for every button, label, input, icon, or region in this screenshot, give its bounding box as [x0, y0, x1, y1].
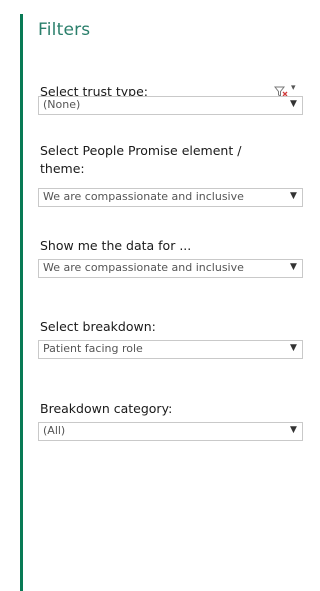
people-promise-value: We are compassionate and inclusive [43, 190, 244, 203]
breakdown-category-label: Breakdown category: [40, 401, 173, 416]
people-promise-label: Select People Promise element / theme: [40, 143, 242, 176]
trust-type-select[interactable]: (None) ▼ [38, 96, 303, 115]
chevron-down-icon: ▼ [290, 343, 297, 353]
trust-type-value: (None) [43, 98, 81, 111]
show-data-value: We are compassionate and inclusive [43, 261, 244, 274]
breakdown-category-value: (All) [43, 424, 66, 437]
show-data-label: Show me the data for ... [40, 238, 192, 253]
breakdown-label: Select breakdown: [40, 319, 156, 334]
breakdown-select[interactable]: Patient facing role ▼ [38, 340, 303, 359]
chevron-down-icon: ▼ [290, 425, 297, 435]
show-data-select[interactable]: We are compassionate and inclusive ▼ [38, 259, 303, 278]
accent-bar [20, 14, 23, 591]
breakdown-value: Patient facing role [43, 342, 143, 355]
chevron-down-icon: ▼ [290, 99, 297, 109]
panel-title: Filters [38, 20, 91, 40]
people-promise-select[interactable]: We are compassionate and inclusive ▼ [38, 188, 303, 207]
menu-chevron-icon[interactable]: ▾ [291, 83, 296, 93]
breakdown-category-select[interactable]: (All) ▼ [38, 422, 303, 441]
filters-panel: Filters Select trust type: ▾ (None) ▼ Se… [0, 0, 303, 591]
chevron-down-icon: ▼ [290, 191, 297, 201]
chevron-down-icon: ▼ [290, 262, 297, 272]
